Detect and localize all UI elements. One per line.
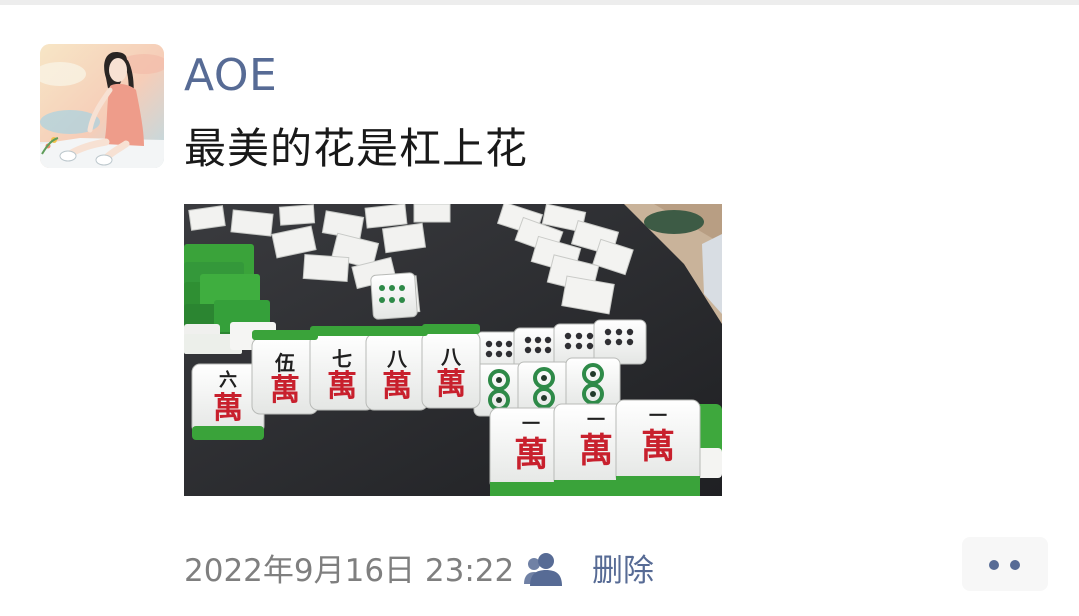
tile-wan-4: 萬 xyxy=(436,367,466,402)
tile-top-2: 七 xyxy=(332,347,352,371)
friends-icon[interactable] xyxy=(522,552,566,588)
post-photo[interactable]: 一 萬 一 萬 一 萬 六 萬 伍 萬 七 萬 八 萬 八 萬 xyxy=(184,204,722,496)
avatar[interactable] xyxy=(40,44,164,168)
post-text: 最美的花是杠上花 xyxy=(184,124,529,173)
tile-yi-1: 一 xyxy=(522,414,540,435)
post-timestamp: 2022年9月16日 23:22 xyxy=(184,553,515,589)
top-divider xyxy=(0,0,1079,5)
mahjong-photo: 一 萬 一 萬 一 萬 六 萬 伍 萬 七 萬 八 萬 八 萬 xyxy=(184,204,722,496)
more-options-button[interactable] xyxy=(962,537,1048,591)
tile-yi-2: 一 xyxy=(587,410,605,431)
tile-wan-6: 萬 xyxy=(514,435,548,475)
tile-wan-3: 萬 xyxy=(382,369,412,404)
delete-button[interactable]: 删除 xyxy=(592,550,654,592)
tile-wan-left: 萬 xyxy=(213,391,243,426)
tile-top-4: 八 xyxy=(441,345,462,369)
tile-top-3: 八 xyxy=(387,347,408,371)
tile-wan-8: 萬 xyxy=(641,427,675,467)
tile-wan-1: 萬 xyxy=(270,373,300,408)
tile-yi-3: 一 xyxy=(649,406,667,427)
tile-left-top: 六 xyxy=(219,369,237,391)
more-options-icon xyxy=(989,560,999,570)
more-options-icon-dot xyxy=(1010,560,1020,570)
tile-top-1: 伍 xyxy=(274,351,295,375)
tile-wan-7: 萬 xyxy=(579,431,613,471)
tile-wan-2: 萬 xyxy=(327,369,357,404)
author-name[interactable]: AOE xyxy=(184,48,277,104)
avatar-illustration xyxy=(40,44,164,168)
